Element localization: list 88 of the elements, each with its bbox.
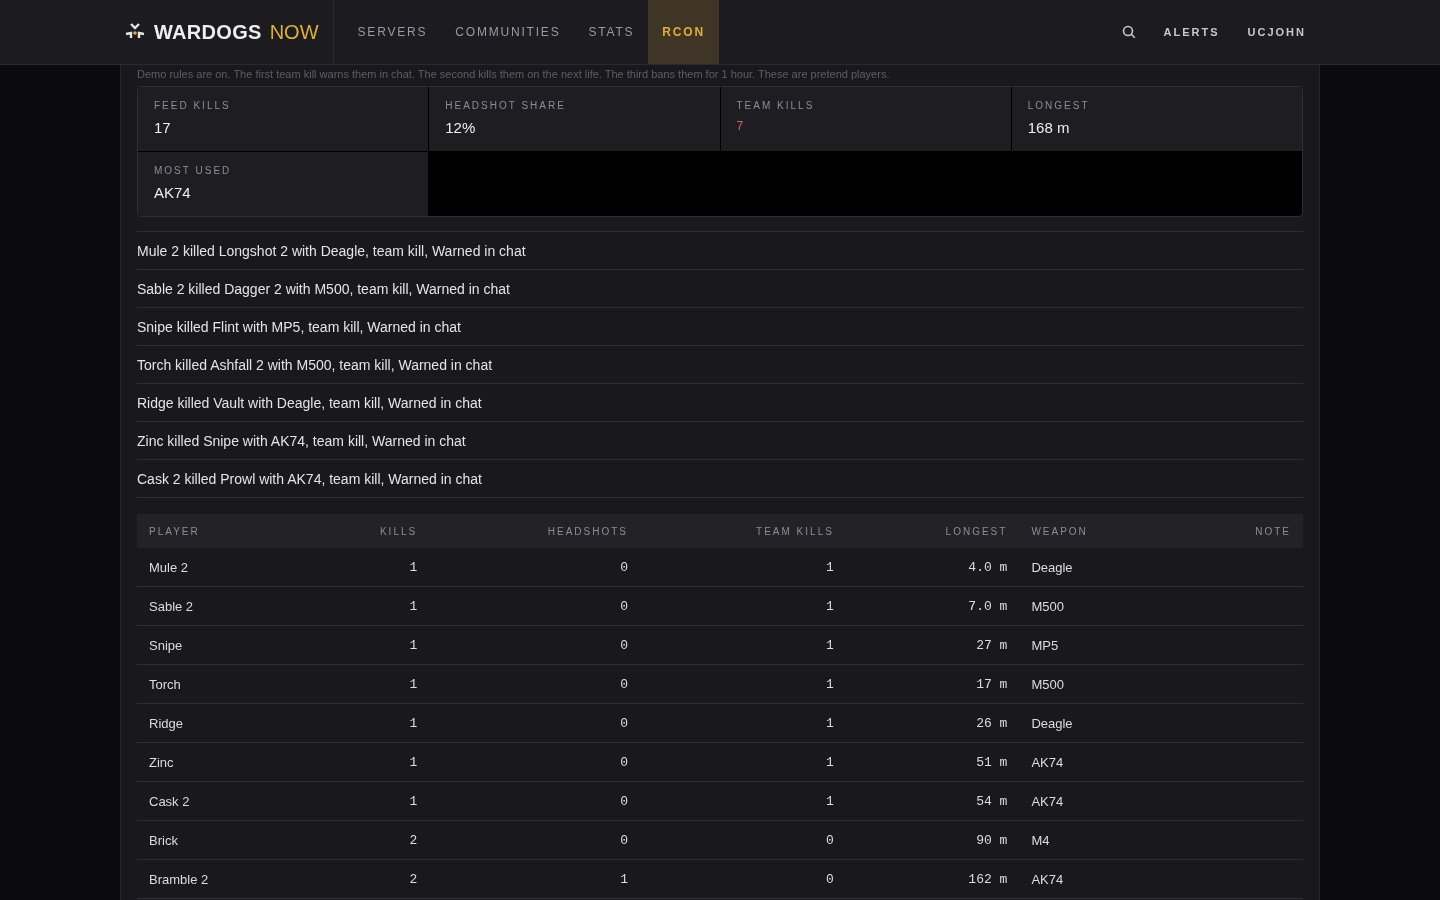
table-cell: Cask 2 bbox=[137, 781, 306, 821]
table-cell: 26 m bbox=[845, 703, 1020, 743]
table-cell: Zinc bbox=[137, 742, 306, 782]
table-cell: Torch bbox=[137, 664, 306, 704]
table-cell: 1 bbox=[305, 703, 430, 743]
column-header: TEAM KILLS bbox=[640, 514, 846, 548]
table-cell: 1 bbox=[640, 548, 846, 587]
table-cell: 0 bbox=[429, 586, 640, 626]
table-cell: Ridge bbox=[137, 703, 306, 743]
table-cell: M500 bbox=[1019, 586, 1183, 626]
column-header: KILLS bbox=[305, 514, 430, 548]
table-cell: M500 bbox=[1019, 664, 1183, 704]
table-cell: 1 bbox=[429, 859, 640, 899]
feed-entry: Cask 2 killed Prowl with AK74, team kill, Warned in chat bbox=[137, 460, 1303, 498]
stat-value: 168 m bbox=[1027, 119, 1071, 136]
nav-link[interactable]: RCON bbox=[648, 0, 719, 64]
table-cell: 1 bbox=[640, 742, 846, 782]
stat-label: HEADSHOT SHARE bbox=[445, 100, 567, 111]
table-cell: Mule 2 bbox=[137, 548, 306, 587]
table-cell: M4 bbox=[1019, 820, 1183, 860]
table-cell: 1 bbox=[640, 625, 846, 665]
table-cell: 7.0 m bbox=[845, 586, 1020, 626]
table-cell: 1 bbox=[305, 664, 430, 704]
table-cell: 0 bbox=[429, 625, 640, 665]
notice-text: Demo rules are on. The first team kill warns them in chat. The second kills them on the next life. The third bans them for 1 hour. These are pretend players. bbox=[137, 67, 891, 82]
feed-entry: Ridge killed Vault with Deagle, team kill, Warned in chat bbox=[137, 384, 1303, 422]
feed-entry: Mule 2 killed Longshot 2 with Deagle, team kill, Warned in chat bbox=[137, 232, 1303, 270]
nav-link[interactable]: ALERTS bbox=[1163, 26, 1220, 38]
table-cell: Bramble 2 bbox=[137, 859, 306, 899]
table-cell: 0 bbox=[640, 820, 846, 860]
feed-entry: Zinc killed Snipe with AK74, team kill, Warned in chat bbox=[137, 422, 1303, 460]
table-cell: 51 m bbox=[845, 742, 1020, 782]
table-cell: 0 bbox=[429, 703, 640, 743]
table-cell: 0 bbox=[429, 820, 640, 860]
stat-value: AK74 bbox=[154, 184, 192, 201]
table-cell: 1 bbox=[640, 664, 846, 704]
table-cell: Sable 2 bbox=[137, 586, 306, 626]
table-cell: MP5 bbox=[1019, 625, 1183, 665]
table-cell: Deagle bbox=[1019, 548, 1183, 587]
nav-link[interactable]: SERVERS bbox=[343, 0, 442, 64]
table-cell: Brick bbox=[137, 820, 306, 860]
table-cell: Snipe bbox=[137, 625, 306, 665]
stat-label: LONGEST bbox=[1027, 100, 1091, 111]
table-cell: 1 bbox=[640, 703, 846, 743]
feed-entry: Sable 2 killed Dagger 2 with M500, team kill, Warned in chat bbox=[137, 270, 1303, 308]
table-cell: 54 m bbox=[845, 781, 1020, 821]
table-cell: 1 bbox=[305, 742, 430, 782]
column-header: WEAPON bbox=[1019, 514, 1183, 548]
column-header: PLAYER bbox=[137, 514, 306, 548]
stat-value: 7 bbox=[736, 119, 745, 133]
brand-accent[interactable]: NOW bbox=[269, 20, 319, 44]
table-cell: 2 bbox=[305, 820, 430, 860]
stat-value: 12% bbox=[445, 119, 477, 136]
table-cell: 17 m bbox=[845, 664, 1020, 704]
table-cell: AK74 bbox=[1019, 781, 1183, 821]
column-header: NOTE bbox=[1182, 514, 1303, 548]
table-cell: Deagle bbox=[1019, 703, 1183, 743]
stat-label: FEED KILLS bbox=[154, 100, 232, 111]
nav-link[interactable]: STATS bbox=[574, 0, 649, 64]
nav-link[interactable]: UCJOHN bbox=[1247, 26, 1306, 38]
brand-name[interactable]: WARDOGS bbox=[154, 20, 262, 44]
table-cell: 90 m bbox=[845, 820, 1020, 860]
table-cell: 1 bbox=[305, 548, 430, 587]
table-cell: 2 bbox=[305, 859, 430, 899]
stat-value: 17 bbox=[154, 119, 172, 136]
feed-entry: Snipe killed Flint with MP5, team kill, Warned in chat bbox=[137, 308, 1303, 346]
stat-label: TEAM KILLS bbox=[736, 100, 816, 111]
table-cell: 1 bbox=[305, 625, 430, 665]
table-cell: AK74 bbox=[1019, 859, 1183, 899]
table-cell: 27 m bbox=[845, 625, 1020, 665]
stat-label: MOST USED bbox=[154, 165, 233, 176]
feed-entry: Torch killed Ashfall 2 with M500, team kill, Warned in chat bbox=[137, 346, 1303, 384]
column-header: LONGEST bbox=[845, 514, 1020, 548]
table-cell: 1 bbox=[640, 781, 846, 821]
table-cell: 0 bbox=[429, 781, 640, 821]
column-header: HEADSHOTS bbox=[429, 514, 640, 548]
table-cell: 0 bbox=[640, 859, 846, 899]
table-cell: 1 bbox=[640, 586, 846, 626]
table-cell: 1 bbox=[305, 586, 430, 626]
table-cell: 0 bbox=[429, 664, 640, 704]
table-cell: 0 bbox=[429, 742, 640, 782]
table-cell: 1 bbox=[305, 781, 430, 821]
table-cell: 0 bbox=[429, 548, 640, 587]
table-cell: AK74 bbox=[1019, 742, 1183, 782]
table-cell: 162 m bbox=[845, 859, 1020, 899]
table-cell: 4.0 m bbox=[845, 548, 1020, 587]
search-icon[interactable] bbox=[1121, 25, 1136, 39]
nav-link[interactable]: COMMUNITIES bbox=[441, 0, 575, 64]
